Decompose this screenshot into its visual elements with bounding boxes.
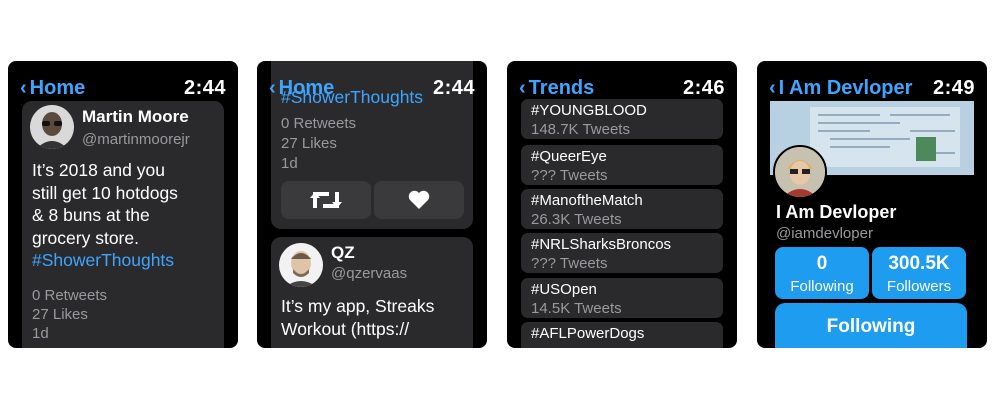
retweet-icon [310, 192, 342, 208]
author-name: Martin Moore [82, 107, 189, 126]
avatar[interactable] [773, 145, 827, 199]
nav-bar: ‹ Trends 2:46 [519, 75, 725, 101]
tweet-body: It’s 2018 and you still get 10 hotdogs &… [32, 159, 178, 272]
following-count: 0 [816, 253, 828, 274]
tweet-line: It’s 2018 and you [32, 160, 165, 180]
avatar[interactable] [279, 243, 323, 287]
back-label: Trends [528, 76, 595, 99]
nav-bar: ‹ Home 2:44 [269, 75, 475, 101]
like-button[interactable] [374, 181, 464, 219]
trend-tag: #YOUNGBLOOD [531, 102, 647, 119]
retweet-count: 0 Retweets [281, 115, 357, 132]
clock: 2:44 [432, 76, 475, 99]
tweet-line: It’s my app, Streaks [281, 296, 435, 316]
trend-count: 14.5K Tweets [531, 300, 622, 317]
author-name: QZ [331, 243, 355, 262]
tweet-line: Workout (https:// [281, 318, 410, 339]
trend-item[interactable]: #NRLSharksBroncos ??? Tweets [521, 233, 723, 273]
back-label: Home [29, 76, 86, 99]
nav-bar: ‹ Home 2:44 [20, 75, 226, 101]
profile-name: I Am Devloper [776, 202, 897, 222]
follow-button-label: Following [826, 316, 916, 337]
profile-handle: @iamdevloper [776, 225, 873, 242]
avatar[interactable] [30, 105, 74, 149]
watch-screen-trends: ‹ Trends 2:46 #YOUNGBLOOD 148.7K Tweets … [507, 61, 737, 348]
tweet-card[interactable]: Martin Moore @martinmoorejr It’s 2018 an… [22, 101, 224, 348]
back-button[interactable]: ‹ Home [20, 77, 85, 100]
trend-item[interactable]: #AFLPowerDogs [521, 322, 723, 348]
tweet-age: 1d [281, 155, 298, 172]
tweet-line: & 8 buns at the [32, 205, 150, 225]
heart-icon [408, 190, 430, 209]
like-count: 27 Likes [32, 306, 88, 323]
tweet-line: still get 10 hotdogs [32, 182, 178, 203]
back-button[interactable]: ‹ Trends [519, 77, 594, 100]
chevron-left-icon: ‹ [769, 77, 776, 99]
watch-screen-home-tweet: ‹ Home 2:44 Martin Moore @martinmoorejr … [8, 61, 238, 348]
followers-count: 300.5K [888, 253, 950, 274]
trend-count: 26.3K Tweets [531, 211, 622, 228]
hashtag-link[interactable]: #ShowerThoughts [32, 249, 178, 272]
trend-tag: #QueerEye [531, 148, 607, 165]
following-stat[interactable]: 0 Following [775, 247, 869, 299]
tweet-line: grocery store. [32, 227, 139, 248]
trend-tag: #ManoftheMatch [531, 192, 643, 209]
author-handle: @martinmoorejr [82, 131, 190, 148]
trend-tag: #AFLPowerDogs [531, 325, 645, 342]
chevron-left-icon: ‹ [269, 77, 276, 99]
like-count: 27 Likes [281, 135, 337, 152]
trend-count: ??? Tweets [531, 167, 608, 184]
trend-count: 148.7K Tweets [531, 121, 630, 138]
clock: 2:46 [682, 76, 725, 99]
tweet-body: It’s my app, Streaks Workout (https:// [281, 295, 434, 340]
back-button[interactable]: ‹ I Am Devloper [769, 77, 912, 100]
author-handle: @qzervaas [331, 265, 408, 282]
back-button[interactable]: ‹ Home [269, 77, 334, 100]
trend-count: ??? Tweets [531, 255, 608, 272]
chevron-left-icon: ‹ [519, 77, 526, 99]
retweet-count: 0 Retweets [32, 287, 108, 304]
trend-item[interactable]: #YOUNGBLOOD 148.7K Tweets [521, 99, 723, 139]
followers-label: Followers [886, 278, 952, 295]
back-label: Home [278, 76, 335, 99]
following-label: Following [790, 278, 854, 295]
nav-bar: ‹ I Am Devloper 2:49 [769, 75, 975, 101]
follow-button[interactable]: Following [775, 303, 967, 348]
trend-item[interactable]: #ManoftheMatch 26.3K Tweets [521, 189, 723, 229]
trend-tag: #NRLSharksBroncos [531, 236, 672, 253]
trend-tag: #USOpen [531, 281, 597, 298]
watch-screen-home-actions: #ShowerThoughts 0 Retweets 27 Likes 1d ‹… [257, 61, 487, 348]
followers-stat[interactable]: 300.5K Followers [872, 247, 966, 299]
trend-item[interactable]: #QueerEye ??? Tweets [521, 145, 723, 185]
watch-screen-profile: I Am Devloper @iamdevloper 0 Following 3… [757, 61, 987, 348]
retweet-button[interactable] [281, 181, 371, 219]
tweet-age: 1d [32, 325, 49, 342]
trend-item[interactable]: #USOpen 14.5K Tweets [521, 278, 723, 318]
tweet-card[interactable]: QZ @qzervaas It’s my app, Streaks Workou… [271, 237, 473, 348]
chevron-left-icon: ‹ [20, 77, 27, 99]
clock: 2:44 [183, 76, 226, 99]
clock: 2:49 [932, 76, 975, 99]
back-label: I Am Devloper [778, 76, 913, 99]
